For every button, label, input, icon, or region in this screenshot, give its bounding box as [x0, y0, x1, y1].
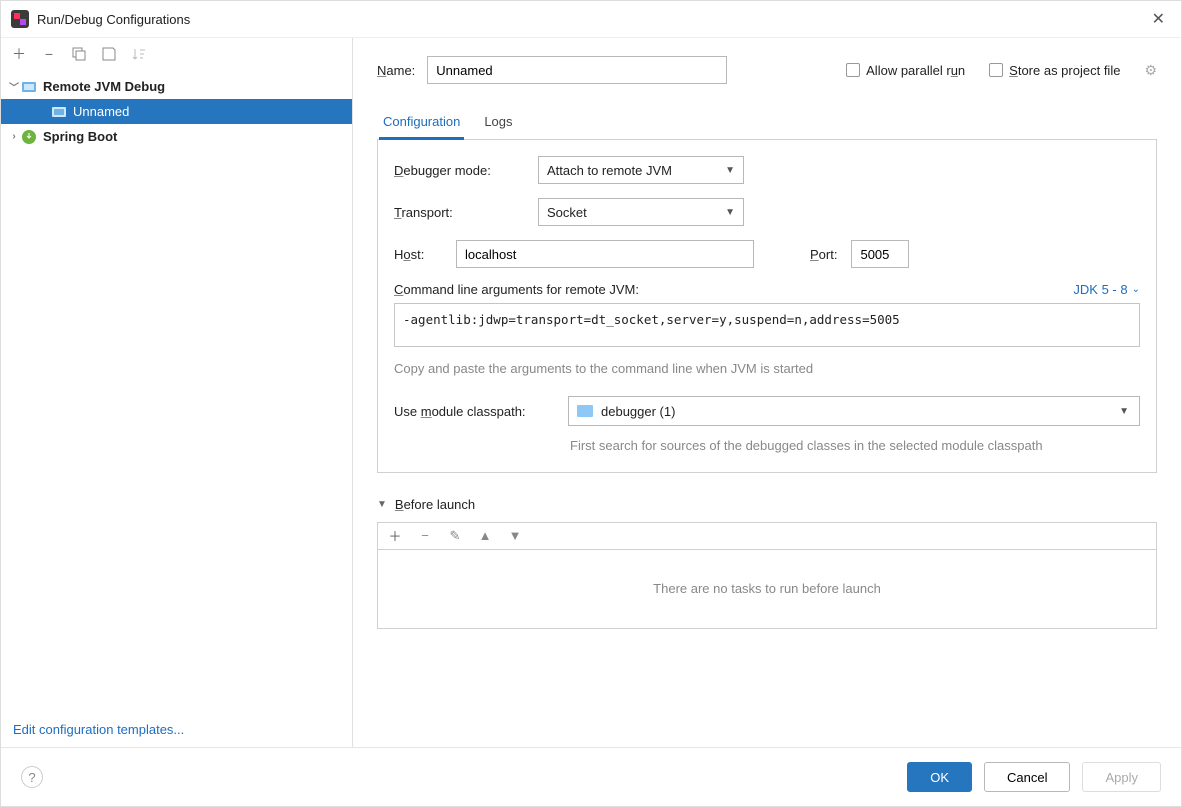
jdk-selector[interactable]: JDK 5 - 8 ⌄ [1073, 282, 1140, 297]
remote-debug-icon [21, 79, 37, 95]
bl-up-button[interactable]: ▲ [478, 529, 492, 543]
module-hint: First search for sources of the debugged… [570, 436, 1090, 456]
host-input[interactable] [456, 240, 754, 268]
spring-boot-icon [21, 129, 37, 145]
save-config-button[interactable] [101, 46, 117, 62]
chevron-down-icon: ▼ [725, 207, 735, 218]
name-label: Name: [377, 63, 415, 78]
copy-config-button[interactable] [71, 46, 87, 62]
host-label: Host: [394, 247, 442, 262]
chevron-down-icon: ⌄ [1132, 284, 1140, 295]
gear-icon[interactable]: ⚙ [1144, 62, 1157, 79]
triangle-down-icon: ▼ [377, 499, 387, 510]
select-value: Socket [547, 205, 587, 220]
tabs: Configuration Logs [377, 108, 1157, 140]
debugger-mode-label: Debugger mode: [394, 163, 524, 178]
expand-icon: ﹀ [7, 79, 21, 94]
allow-parallel-label: Allow parallel run [866, 63, 965, 78]
config-icon [51, 104, 67, 120]
before-launch-label: Before launch [395, 497, 475, 512]
left-panel: ＋ − ﹀ Remote JVM Debug Unnamed › Spring … [1, 38, 353, 747]
cancel-button[interactable]: Cancel [984, 762, 1070, 792]
help-button[interactable]: ? [21, 766, 43, 788]
name-row: Name: Allow parallel run Store as projec… [377, 56, 1157, 84]
right-panel: Name: Allow parallel run Store as projec… [353, 38, 1181, 747]
select-value: Attach to remote JVM [547, 163, 672, 178]
close-button[interactable]: ✕ [1146, 7, 1171, 31]
bl-edit-button[interactable]: ✎ [448, 529, 462, 543]
transport-label: Transport: [394, 205, 524, 220]
cmdline-box[interactable]: -agentlib:jdwp=transport=dt_socket,serve… [394, 303, 1140, 347]
chevron-down-icon: ▼ [725, 165, 735, 176]
chevron-down-icon: ▼ [1119, 406, 1129, 417]
config-tree: ﹀ Remote JVM Debug Unnamed › Spring Boot [1, 70, 352, 712]
bl-down-button[interactable]: ▼ [508, 529, 522, 543]
tree-label: Remote JVM Debug [43, 79, 165, 94]
left-toolbar: ＋ − [1, 38, 352, 70]
tab-logs[interactable]: Logs [480, 108, 516, 139]
name-input[interactable] [427, 56, 727, 84]
checkbox-icon [846, 63, 860, 77]
apply-button[interactable]: Apply [1082, 762, 1161, 792]
store-label: Store as project file [1009, 63, 1120, 78]
add-config-button[interactable]: ＋ [11, 46, 27, 62]
config-panel: Debugger mode: Attach to remote JVM ▼ Tr… [377, 140, 1157, 473]
bl-remove-button[interactable]: − [418, 529, 432, 543]
bl-add-button[interactable]: ＋ [388, 529, 402, 543]
tree-node-spring-boot[interactable]: › Spring Boot [1, 124, 352, 149]
module-label: Use module classpath: [394, 404, 554, 419]
ok-button[interactable]: OK [907, 762, 972, 792]
transport-select[interactable]: Socket ▼ [538, 198, 744, 226]
port-label: Port: [810, 247, 837, 262]
expand-icon: › [7, 131, 21, 142]
debugger-mode-select[interactable]: Attach to remote JVM ▼ [538, 156, 744, 184]
sort-config-button[interactable] [131, 46, 147, 62]
before-launch-header[interactable]: ▼ Before launch [377, 497, 1157, 512]
port-input[interactable] [851, 240, 909, 268]
checkbox-icon [989, 63, 1003, 77]
tree-node-remote-jvm[interactable]: ﹀ Remote JVM Debug [1, 74, 352, 99]
edit-templates-link[interactable]: Edit configuration templates... [13, 722, 184, 737]
titlebar: Run/Debug Configurations ✕ [1, 1, 1181, 38]
tab-configuration[interactable]: Configuration [379, 108, 464, 140]
folder-icon [577, 405, 593, 417]
before-launch-body: There are no tasks to run before launch [377, 549, 1157, 629]
bl-empty-text: There are no tasks to run before launch [653, 581, 881, 596]
app-icon [11, 10, 29, 28]
select-value: debugger (1) [601, 404, 675, 419]
cmdline-label: Command line arguments for remote JVM: [394, 282, 639, 297]
tree-label: Spring Boot [43, 129, 117, 144]
store-as-project-checkbox[interactable]: Store as project file [989, 63, 1120, 78]
main-area: ＋ − ﹀ Remote JVM Debug Unnamed › Spring … [1, 38, 1181, 747]
dialog-title: Run/Debug Configurations [37, 12, 1146, 27]
tree-label: Unnamed [73, 104, 129, 119]
footer: ? OK Cancel Apply [1, 747, 1181, 806]
cmdline-hint: Copy and paste the arguments to the comm… [394, 361, 1140, 376]
before-launch-toolbar: ＋ − ✎ ▲ ▼ [377, 522, 1157, 549]
module-select[interactable]: debugger (1) ▼ [568, 396, 1140, 426]
tree-node-unnamed[interactable]: Unnamed [1, 99, 352, 124]
allow-parallel-checkbox[interactable]: Allow parallel run [846, 63, 965, 78]
left-footer: Edit configuration templates... [1, 712, 352, 747]
remove-config-button[interactable]: − [41, 46, 57, 62]
